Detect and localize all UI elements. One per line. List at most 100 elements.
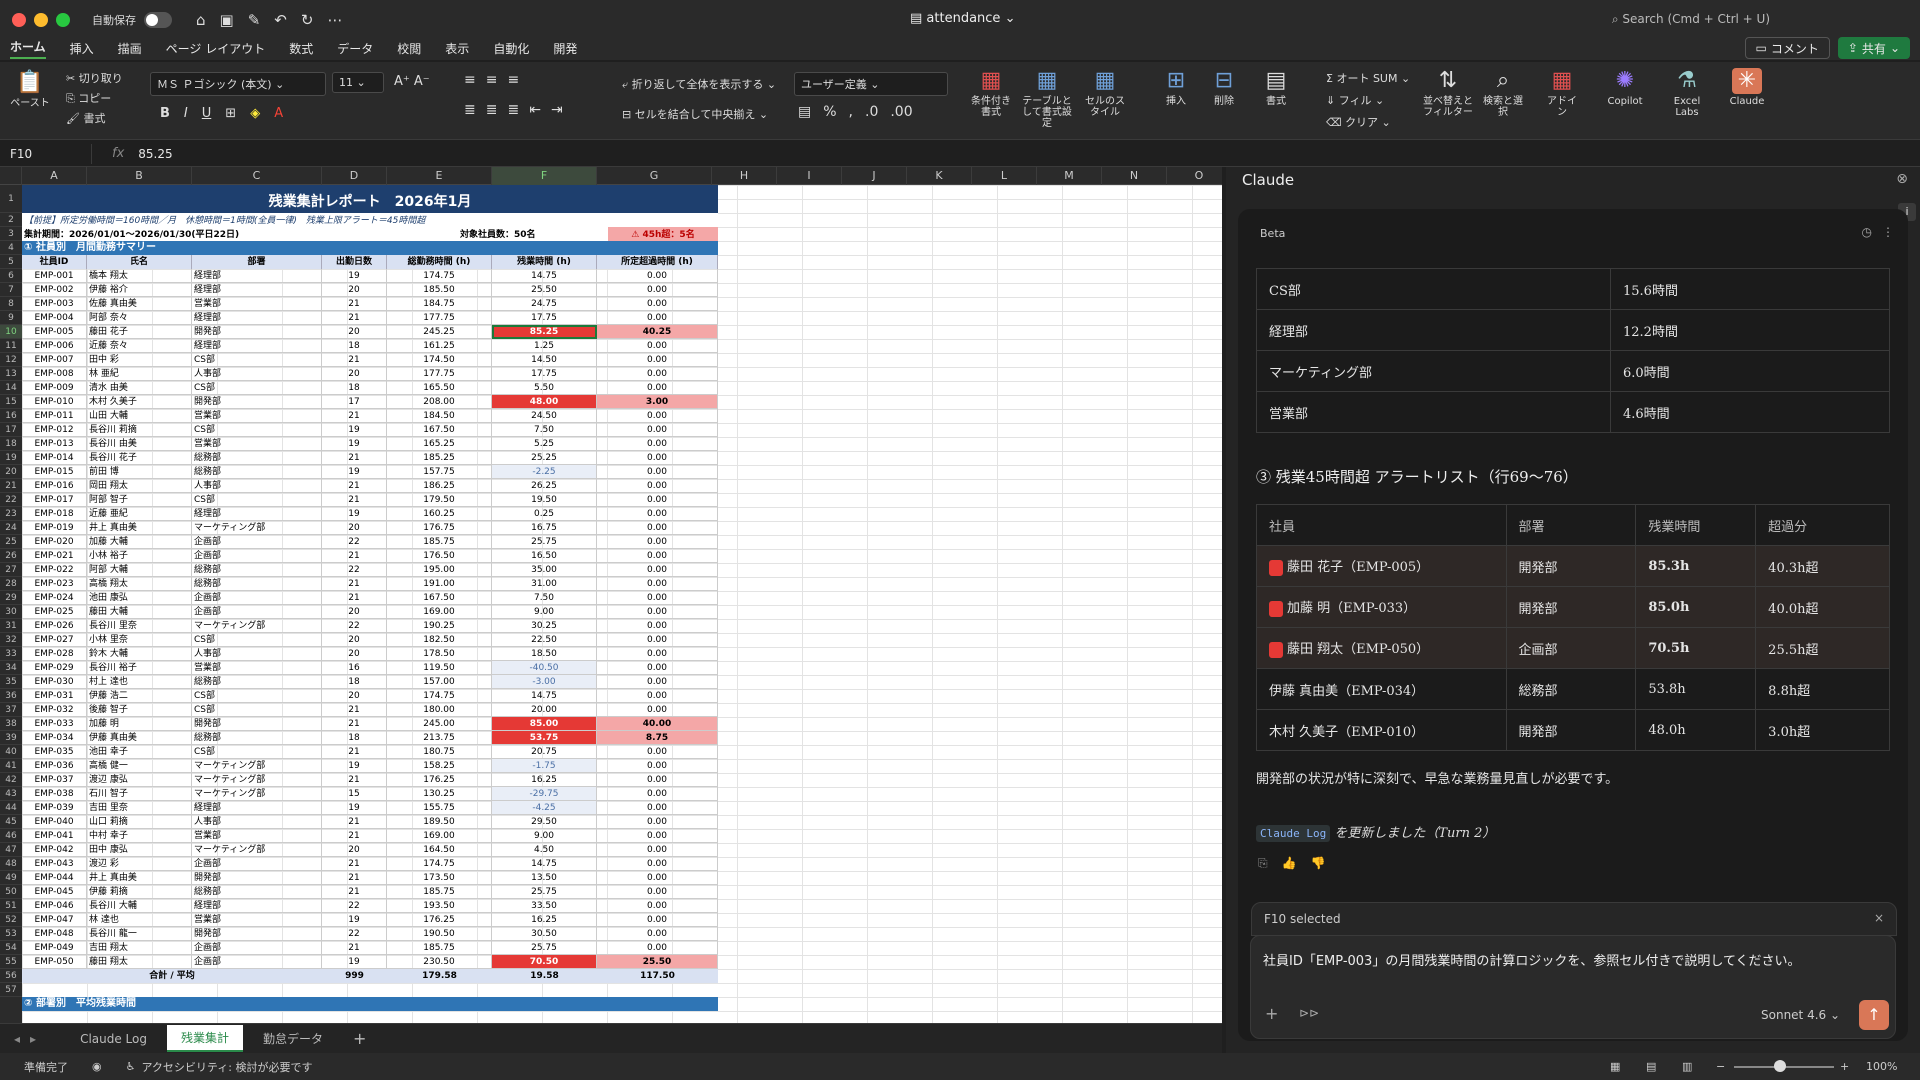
row-header[interactable]: 41 bbox=[0, 759, 22, 773]
table-row[interactable]: EMP-023 高橋 翔太 総務部 21 191.00 31.00 0.00 bbox=[22, 577, 718, 591]
table-cell[interactable]: 4.50 bbox=[492, 843, 597, 857]
table-cell[interactable]: 0.00 bbox=[597, 339, 718, 353]
table-cell[interactable]: 18 bbox=[322, 381, 387, 395]
table-cell[interactable]: 近藤 奈々 bbox=[87, 339, 192, 353]
save-icon[interactable]: ▣ bbox=[220, 11, 234, 29]
row-header[interactable]: 52 bbox=[0, 913, 22, 927]
table-cell[interactable]: EMP-017 bbox=[22, 493, 87, 507]
table-cell[interactable]: マーケティング部 bbox=[192, 787, 322, 801]
table-cell[interactable]: 21 bbox=[322, 717, 387, 731]
table-cell[interactable]: 0.00 bbox=[597, 941, 718, 955]
table-cell[interactable]: 7.50 bbox=[492, 423, 597, 437]
column-header-n[interactable]: N bbox=[1102, 167, 1167, 185]
table-cell[interactable]: 25.50 bbox=[492, 283, 597, 297]
copy-icon[interactable]: ⎘ bbox=[1258, 856, 1268, 871]
spreadsheet-grid[interactable]: ABCDEFGHIJKLMNO 1 2 3 4 5 6 7 8 9 10 11 12 13 14 15 16 1… bbox=[0, 167, 1222, 1023]
table-cell[interactable]: 190.50 bbox=[387, 927, 492, 941]
table-cell[interactable]: 176.75 bbox=[387, 521, 492, 535]
table-cell[interactable]: 169.00 bbox=[387, 605, 492, 619]
table-cell[interactable]: 経理部 bbox=[192, 269, 322, 283]
total-cell[interactable]: 179.58 bbox=[387, 969, 492, 983]
cut-button[interactable]: ✂ 切り取り bbox=[66, 70, 123, 86]
format-cells-button[interactable]: ▤ 書式 bbox=[1256, 68, 1296, 107]
table-cell[interactable]: 0.00 bbox=[597, 549, 718, 563]
table-cell[interactable]: 0.00 bbox=[597, 801, 718, 815]
tab-developer[interactable]: 開発 bbox=[553, 40, 577, 57]
table-row[interactable]: EMP-001 橋本 翔太 経理部 19 174.75 14.75 0.00 bbox=[22, 269, 718, 283]
row-header[interactable]: 17 bbox=[0, 423, 22, 437]
table-row[interactable]: EMP-030 村上 達也 総務部 18 157.00 -3.00 0.00 bbox=[22, 675, 718, 689]
table-cell[interactable]: 総務部 bbox=[192, 675, 322, 689]
table-cell[interactable]: 16.75 bbox=[492, 521, 597, 535]
row-header[interactable]: 48 bbox=[0, 857, 22, 871]
table-cell[interactable]: 15 bbox=[322, 787, 387, 801]
table-cell[interactable]: EMP-010 bbox=[22, 395, 87, 409]
table-cell[interactable]: 0.00 bbox=[597, 353, 718, 367]
table-cell[interactable]: 営業部 bbox=[192, 297, 322, 311]
align-center-icon[interactable]: ≣ bbox=[486, 102, 498, 118]
copy-button[interactable]: ⎘ コピー bbox=[66, 90, 111, 106]
table-cell[interactable]: EMP-007 bbox=[22, 353, 87, 367]
table-cell[interactable]: 総務部 bbox=[192, 885, 322, 899]
row-header[interactable]: 21 bbox=[0, 479, 22, 493]
wrap-text-button[interactable]: ⤶ 折り返して全体を表示する ⌄ bbox=[622, 76, 776, 92]
table-cell[interactable]: 渡辺 彩 bbox=[87, 857, 192, 871]
table-cell[interactable]: 21 bbox=[322, 451, 387, 465]
table-cell[interactable]: 営業部 bbox=[192, 913, 322, 927]
table-cell[interactable]: 1.25 bbox=[492, 339, 597, 353]
table-cell[interactable]: 0.00 bbox=[597, 885, 718, 899]
comment-button[interactable]: ▭ コメント bbox=[1744, 37, 1830, 59]
column-title[interactable]: 社員ID bbox=[22, 255, 87, 269]
column-header-o[interactable]: O bbox=[1167, 167, 1222, 185]
table-row[interactable]: EMP-034 伊藤 真由美 総務部 18 213.75 53.75 8.75 bbox=[22, 731, 718, 745]
italic-icon[interactable]: I bbox=[184, 106, 188, 121]
table-row[interactable]: EMP-039 吉田 里奈 経理部 19 155.75 -4.25 0.00 bbox=[22, 801, 718, 815]
table-cell[interactable]: 0.00 bbox=[597, 843, 718, 857]
table-cell[interactable]: 173.50 bbox=[387, 871, 492, 885]
table-cell[interactable]: 人事部 bbox=[192, 479, 322, 493]
table-cell[interactable]: 157.75 bbox=[387, 465, 492, 479]
table-cell[interactable]: 174.50 bbox=[387, 353, 492, 367]
report-title[interactable]: 残業集計レポート 2026年1月 bbox=[22, 185, 718, 213]
column-header-k[interactable]: K bbox=[907, 167, 972, 185]
table-row[interactable]: EMP-047 林 達也 営業部 19 176.25 16.25 0.00 bbox=[22, 913, 718, 927]
table-cell[interactable]: 22 bbox=[322, 927, 387, 941]
table-cell[interactable]: 177.75 bbox=[387, 311, 492, 325]
table-cell[interactable]: 0.00 bbox=[597, 297, 718, 311]
table-cell[interactable]: 阿部 奈々 bbox=[87, 311, 192, 325]
table-cell[interactable]: 営業部 bbox=[192, 829, 322, 843]
table-cell[interactable]: 165.50 bbox=[387, 381, 492, 395]
table-cell[interactable]: 0.25 bbox=[492, 507, 597, 521]
period-row[interactable]: 集計期間：2026/01/01〜2026/01/30(平日22日) 対象社員数：… bbox=[22, 227, 718, 241]
table-cell[interactable]: 19.50 bbox=[492, 493, 597, 507]
table-cell[interactable]: 高橋 翔太 bbox=[87, 577, 192, 591]
table-cell[interactable]: 176.50 bbox=[387, 549, 492, 563]
row-header[interactable]: 34 bbox=[0, 661, 22, 675]
font-color-icon[interactable]: A bbox=[274, 106, 283, 121]
table-row[interactable]: EMP-012 長谷川 莉摘 CS部 19 167.50 7.50 0.00 bbox=[22, 423, 718, 437]
table-cell[interactable]: 191.00 bbox=[387, 577, 492, 591]
table-cell[interactable]: 19 bbox=[322, 437, 387, 451]
number-format-select[interactable]: ユーザー定義 ⌄ bbox=[794, 72, 948, 96]
table-row[interactable]: EMP-006 近藤 奈々 経理部 18 161.25 1.25 0.00 bbox=[22, 339, 718, 353]
table-cell[interactable]: EMP-021 bbox=[22, 549, 87, 563]
table-cell[interactable]: 230.50 bbox=[387, 955, 492, 969]
row-header[interactable]: 51 bbox=[0, 899, 22, 913]
row-header[interactable]: 26 bbox=[0, 549, 22, 563]
underline-icon[interactable]: U bbox=[202, 106, 212, 121]
table-cell[interactable]: 0.00 bbox=[597, 577, 718, 591]
table-cell[interactable]: 20.00 bbox=[492, 703, 597, 717]
table-row[interactable]: EMP-029 長谷川 裕子 営業部 16 119.50 -40.50 0.00 bbox=[22, 661, 718, 675]
table-cell[interactable]: 20.75 bbox=[492, 745, 597, 759]
table-cell[interactable]: 29.50 bbox=[492, 815, 597, 829]
row-header[interactable]: 49 bbox=[0, 871, 22, 885]
zoom-slider-thumb[interactable] bbox=[1774, 1060, 1786, 1072]
table-cell[interactable]: 19 bbox=[322, 423, 387, 437]
table-cell[interactable]: EMP-005 bbox=[22, 325, 87, 339]
table-cell[interactable]: 157.00 bbox=[387, 675, 492, 689]
table-cell[interactable]: EMP-016 bbox=[22, 479, 87, 493]
total-cell[interactable]: 117.50 bbox=[597, 969, 718, 983]
autosave-toggle[interactable] bbox=[144, 12, 172, 28]
tab-view[interactable]: 表示 bbox=[445, 40, 469, 57]
sheet-tab-claude-log[interactable]: Claude Log bbox=[66, 1028, 161, 1050]
